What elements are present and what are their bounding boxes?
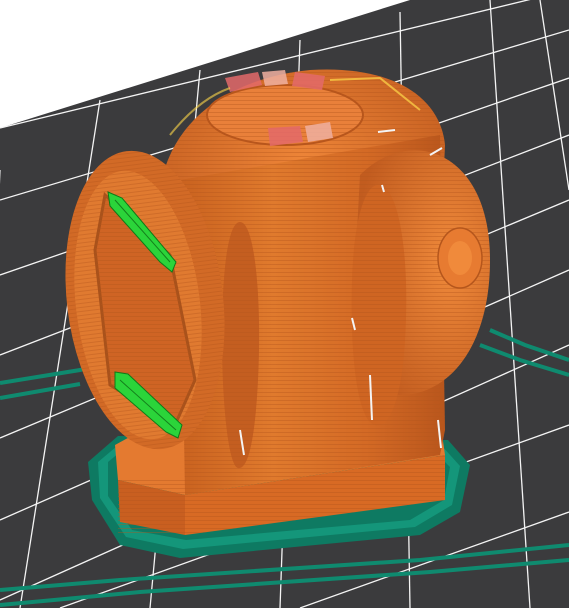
scene-svg <box>0 0 569 608</box>
3d-preview-viewport[interactable] <box>0 0 569 608</box>
